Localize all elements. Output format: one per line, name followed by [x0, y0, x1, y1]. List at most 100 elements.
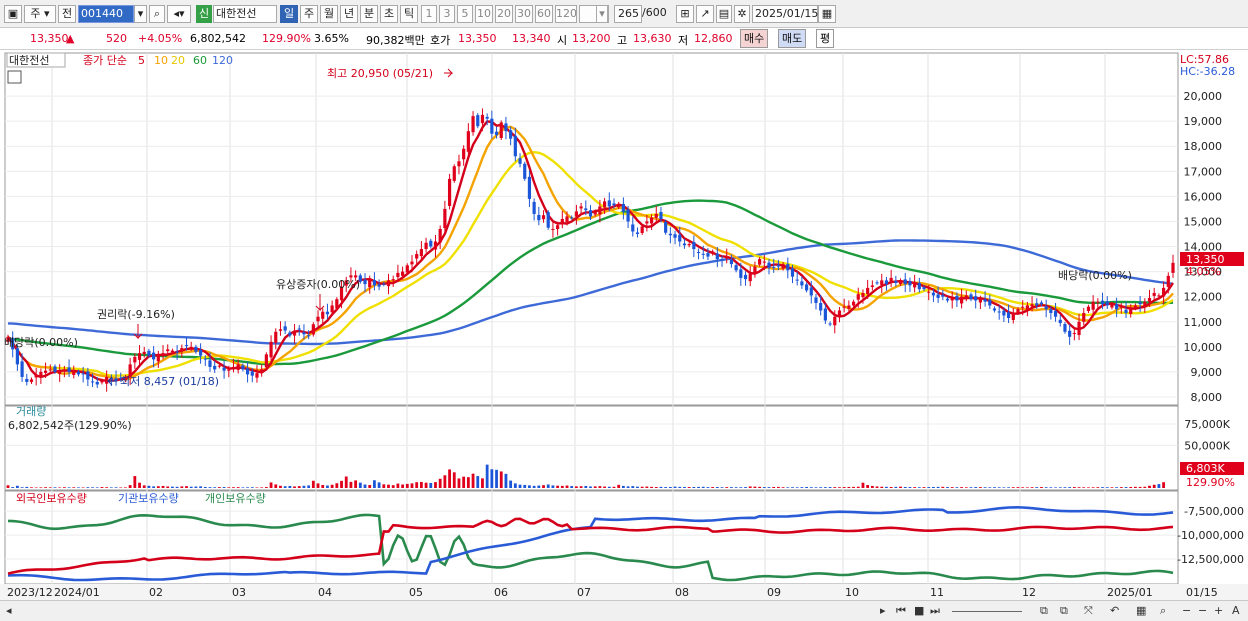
font-size-icon[interactable]: A [1232, 604, 1240, 617]
plus-icon[interactable]: + [1214, 604, 1223, 617]
cursor-icon[interactable]: ⤧ [1084, 604, 1093, 618]
buy-button[interactable]: 매수 [740, 29, 769, 48]
first-icon[interactable]: ⏮ [896, 604, 906, 618]
interval-5[interactable]: 5 [457, 5, 473, 23]
candle-body [269, 341, 273, 358]
ma-legend-20: 20 [171, 54, 185, 67]
date-input[interactable]: 2025/01/15 [752, 5, 818, 23]
volume-bar [405, 483, 409, 488]
stop-icon[interactable]: ■ [914, 604, 924, 617]
volume-bar [330, 484, 334, 488]
period-minute[interactable]: 분 [360, 5, 378, 23]
scroll-right-icon[interactable]: ▸ [880, 604, 886, 617]
volume-bar [20, 487, 24, 488]
type-select[interactable]: 주 ▾ [24, 5, 56, 23]
stock-code-input[interactable]: 001440 [78, 5, 134, 23]
high-label: 고 [617, 34, 628, 47]
hc-label: HC:-36.28 [1180, 65, 1235, 78]
save-icon[interactable]: ▤ [716, 5, 732, 23]
candle-body [227, 369, 231, 371]
volume-bar [39, 487, 43, 488]
candle-body [955, 295, 959, 301]
volume-bar [932, 486, 935, 488]
interval-1[interactable]: 1 [421, 5, 437, 23]
volume-bar [1152, 484, 1156, 488]
interval-dropdown-icon[interactable]: ▾ [596, 5, 608, 23]
code-dropdown-icon[interactable]: ▾ [134, 5, 147, 23]
candle-body [166, 349, 170, 352]
volume-bar [180, 486, 184, 488]
search-icon[interactable]: ⌕ [149, 5, 165, 23]
period-week[interactable]: 주 [300, 5, 318, 23]
volume-bar [870, 485, 874, 488]
calendar-icon[interactable]: ▦ [818, 5, 836, 23]
period-month[interactable]: 월 [320, 5, 338, 23]
interval-10[interactable]: 10 [475, 5, 493, 23]
speaker-icon[interactable]: ◂▾ [167, 5, 191, 23]
candle-body [231, 366, 236, 368]
volume-bar [748, 486, 752, 488]
layout-icon[interactable]: ▣ [4, 5, 22, 23]
next-icon[interactable]: ⏭ [930, 604, 940, 618]
candle-body [20, 361, 24, 377]
volume-bar [1091, 487, 1095, 488]
volume-bar [791, 487, 794, 488]
stock-label: 대한전선 [9, 54, 49, 67]
candle-body [391, 279, 395, 281]
volume-bar [1063, 487, 1067, 488]
volume-bar [495, 469, 498, 488]
volume-bar [1002, 487, 1006, 488]
change-percent: +4.05% [138, 32, 183, 45]
interval-60[interactable]: 60 [535, 5, 553, 23]
stock-chart[interactable]: 20,000 19,000 18,000 17,000 16,000 15,000 14,0… [0, 50, 1248, 601]
minus-icon[interactable]: − [1198, 604, 1207, 617]
volume-bar [927, 487, 931, 488]
interval-3[interactable]: 3 [439, 5, 455, 23]
gear-icon[interactable]: ✲ [734, 5, 750, 23]
volume-bar [95, 487, 99, 488]
interval-30[interactable]: 30 [515, 5, 533, 23]
period-year[interactable]: 년 [340, 5, 358, 23]
type2-select[interactable]: 전 [58, 5, 76, 23]
volume-bar [993, 487, 996, 488]
period-second[interactable]: 초 [380, 5, 398, 23]
volume-value: 6,802,542 [190, 32, 246, 45]
volume-bar [476, 476, 480, 488]
eval-button[interactable]: 평 [816, 29, 835, 48]
settings-grid-icon[interactable]: ⊞ [676, 5, 694, 23]
dividend-annotation-2: 배당락(0.00%) [1058, 269, 1132, 282]
interval-120[interactable]: 120 [555, 5, 577, 23]
volume-bar [795, 487, 799, 488]
period-tick[interactable]: 틱 [400, 5, 418, 23]
grid-icon[interactable]: ▦ [1136, 604, 1146, 617]
candle-body [781, 264, 785, 269]
snapshot-icon[interactable]: ⧉ [1040, 604, 1048, 618]
count-input[interactable]: 265 [614, 5, 642, 23]
candle-body [62, 369, 66, 371]
draw-line-icon[interactable]: ↗ [696, 5, 714, 23]
zoom-slider[interactable] [952, 611, 1022, 612]
volume-bar [556, 485, 560, 488]
ma-legend-10: 10 [154, 54, 168, 67]
candle-body [645, 221, 649, 224]
volume-bar [185, 486, 188, 488]
price-tick-label: 11,000 [1184, 316, 1223, 329]
sell-button[interactable]: 매도 [778, 29, 807, 48]
candle-body [960, 296, 964, 304]
volume-bar [960, 487, 964, 488]
candle-body [415, 254, 419, 259]
interval-20[interactable]: 20 [495, 5, 513, 23]
candle-body [851, 301, 856, 306]
volume-bar [6, 485, 10, 488]
candle-body [945, 298, 950, 301]
volume-bar [777, 486, 780, 488]
volume-bar [302, 485, 306, 488]
scroll-left-icon[interactable]: ◂ [6, 604, 12, 617]
copy-icon[interactable]: ⧉ [1060, 604, 1068, 618]
candle-body [39, 371, 43, 378]
zoom-out-icon[interactable]: − [1182, 604, 1191, 617]
volume-bar [546, 484, 550, 488]
zoom-icon[interactable]: ⌕ [1160, 604, 1166, 618]
undo-icon[interactable]: ↶ [1110, 604, 1119, 617]
period-day[interactable]: 일 [280, 5, 298, 23]
